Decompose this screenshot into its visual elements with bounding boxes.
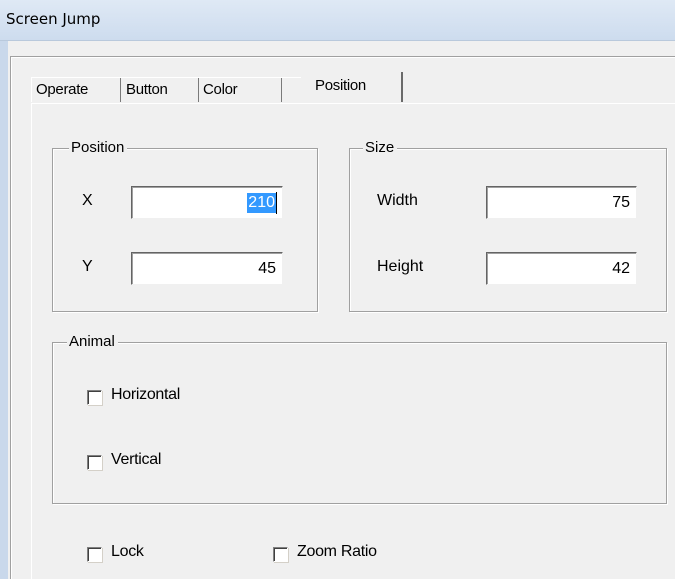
tab-operate-label: Operate	[36, 81, 89, 98]
tab-position[interactable]: Position	[305, 72, 403, 102]
tab-button-label: Button	[126, 81, 168, 98]
height-value: 42	[612, 260, 630, 277]
lock-label[interactable]: Lock	[111, 543, 144, 561]
tab-button[interactable]: Button	[121, 78, 199, 102]
y-value: 45	[258, 260, 276, 277]
size-group-title: Size	[363, 139, 398, 157]
y-input[interactable]: 45	[131, 252, 283, 285]
horizontal-label[interactable]: Horizontal	[111, 386, 180, 404]
animal-group-title: Animal	[67, 333, 118, 351]
animal-group: Animal	[52, 333, 667, 504]
tab-color[interactable]: Color	[199, 78, 282, 102]
position-group: Position	[52, 139, 318, 312]
text-caret	[276, 192, 277, 214]
width-label: Width	[377, 192, 418, 209]
window-title: Screen Jump	[6, 10, 101, 28]
horizontal-checkbox[interactable]	[87, 390, 102, 405]
tab-operate[interactable]: Operate	[31, 78, 121, 102]
vertical-checkbox[interactable]	[87, 455, 102, 470]
x-value: 210	[247, 193, 276, 213]
x-label: X	[82, 192, 93, 209]
zoom-ratio-checkbox[interactable]	[273, 547, 288, 562]
position-group-title: Position	[69, 139, 128, 157]
tab-color-label: Color	[203, 81, 238, 98]
height-label: Height	[377, 258, 424, 275]
lock-checkbox[interactable]	[87, 547, 102, 562]
height-input[interactable]: 42	[486, 252, 637, 285]
width-value: 75	[612, 194, 630, 211]
y-label: Y	[82, 258, 93, 275]
vertical-label[interactable]: Vertical	[111, 451, 161, 469]
title-bar[interactable]: Screen Jump	[0, 0, 675, 41]
zoom-ratio-label[interactable]: Zoom Ratio	[297, 543, 377, 561]
screen-jump-dialog: Screen Jump Operate Button Color Positio…	[0, 0, 675, 579]
x-input[interactable]: 210	[131, 186, 283, 219]
window-frame-left	[0, 41, 8, 579]
size-group: Size	[349, 139, 667, 312]
width-input[interactable]: 75	[486, 186, 637, 219]
tab-position-label: Position	[315, 77, 366, 94]
